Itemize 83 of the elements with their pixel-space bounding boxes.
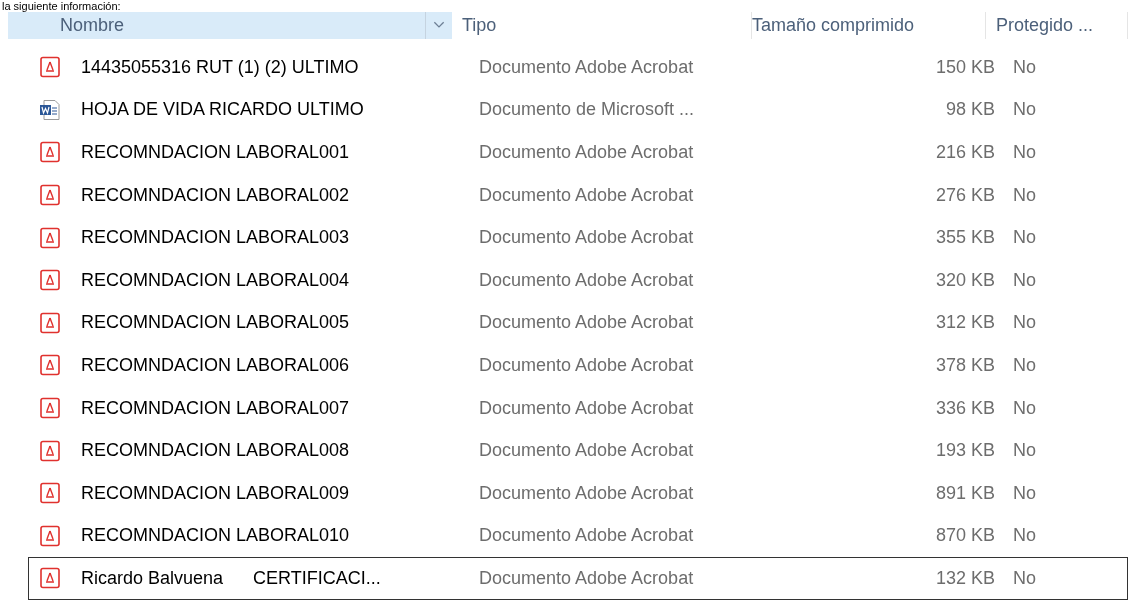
protected-value: No bbox=[1012, 227, 1037, 249]
word-file-icon bbox=[39, 98, 61, 121]
file-name: RECOMNDACION LABORAL003 bbox=[80, 227, 350, 249]
file-size: 312 KB bbox=[934, 312, 996, 334]
pdf-file-icon bbox=[39, 482, 61, 505]
protected-value: No bbox=[1012, 440, 1037, 462]
pdf-file-icon bbox=[39, 269, 61, 292]
file-row[interactable]: RECOMNDACION LABORAL002 Documento Adobe Acrobat 276 KB No bbox=[28, 173, 1128, 217]
column-header[interactable]: Tipo bbox=[452, 12, 752, 39]
file-type: Documento Adobe Acrobat bbox=[478, 312, 695, 334]
pdf-file-icon bbox=[39, 141, 61, 164]
file-type: Documento Adobe Acrobat bbox=[478, 269, 695, 291]
file-type: Documento Adobe Acrobat bbox=[478, 354, 695, 376]
file-name: RECOMNDACION LABORAL010 bbox=[80, 525, 350, 547]
pdf-file-icon bbox=[39, 56, 61, 79]
file-type: Documento Adobe Acrobat bbox=[478, 184, 695, 206]
file-name: RECOMNDACION LABORAL007 bbox=[80, 397, 350, 419]
file-row[interactable]: HOJA DE VIDA RICARDO ULTIMO Documento de Microsoft ... 98 KB No bbox=[28, 88, 1128, 132]
file-row[interactable]: RECOMNDACION LABORAL009 Documento Adobe Acrobat 891 KB No bbox=[28, 471, 1128, 515]
column-header[interactable]: Protegido ... bbox=[986, 12, 1128, 39]
file-size: 355 KB bbox=[934, 227, 996, 249]
protected-value: No bbox=[1012, 482, 1037, 504]
intro-text: la siguiente información: bbox=[1, 0, 122, 12]
column-header[interactable]: Nombre bbox=[8, 12, 452, 39]
file-size: 132 KB bbox=[934, 567, 996, 589]
file-size: 150 KB bbox=[934, 56, 996, 78]
protected-value: No bbox=[1012, 99, 1037, 121]
pdf-file-icon bbox=[39, 354, 61, 377]
pdf-file-icon bbox=[39, 524, 61, 547]
file-name: 14435055316 RUT (1) (2) ULTIMO bbox=[80, 56, 359, 78]
file-size: 276 KB bbox=[934, 184, 996, 206]
pdf-file-icon bbox=[39, 184, 61, 207]
pdf-file-icon bbox=[39, 226, 61, 249]
file-size: 320 KB bbox=[934, 269, 996, 291]
pdf-file-icon bbox=[39, 567, 61, 590]
protected-value: No bbox=[1012, 269, 1037, 291]
file-row[interactable]: RECOMNDACION LABORAL001 Documento Adobe Acrobat 216 KB No bbox=[28, 131, 1128, 174]
file-type: Documento Adobe Acrobat bbox=[478, 56, 695, 78]
file-name: HOJA DE VIDA RICARDO ULTIMO bbox=[80, 99, 364, 121]
protected-value: No bbox=[1012, 567, 1037, 589]
file-row[interactable]: RECOMNDACION LABORAL007 Documento Adobe Acrobat 336 KB No bbox=[28, 386, 1128, 430]
protected-value: No bbox=[1012, 397, 1037, 419]
file-type: Documento Adobe Acrobat bbox=[478, 142, 695, 163]
file-name: RECOMNDACION LABORAL001 bbox=[80, 142, 350, 163]
file-row[interactable]: RECOMNDACION LABORAL010 Documento Adobe Acrobat 870 KB No bbox=[28, 514, 1128, 558]
file-row[interactable]: Ricardo Balvuena CERTIFICACI... Documento Adobe Acrobat 132 KB No bbox=[28, 557, 1128, 600]
pdf-file-icon bbox=[39, 439, 61, 462]
file-row[interactable]: RECOMNDACION LABORAL008 Documento Adobe Acrobat 193 KB No bbox=[28, 429, 1128, 472]
file-size: 870 KB bbox=[934, 525, 996, 547]
protected-value: No bbox=[1012, 525, 1037, 547]
file-row[interactable]: RECOMNDACION LABORAL006 Documento Adobe Acrobat 378 KB No bbox=[28, 344, 1128, 387]
file-name: RECOMNDACION LABORAL008 bbox=[80, 440, 350, 462]
file-name: RECOMNDACION LABORAL004 bbox=[80, 269, 350, 291]
file-type: Documento Adobe Acrobat bbox=[478, 397, 695, 419]
protected-value: No bbox=[1012, 354, 1037, 376]
file-type: Documento de Microsoft ... bbox=[478, 99, 696, 121]
file-row[interactable]: RECOMNDACION LABORAL005 Documento Adobe Acrobat 312 KB No bbox=[28, 301, 1128, 345]
file-row[interactable]: RECOMNDACION LABORAL004 Documento Adobe Acrobat 320 KB No bbox=[28, 258, 1128, 302]
file-size: 193 KB bbox=[934, 440, 996, 462]
protected-value: No bbox=[1012, 142, 1037, 163]
file-size: 98 KB bbox=[944, 99, 996, 121]
file-row[interactable]: 14435055316 RUT (1) (2) ULTIMO Documento Adobe Acrobat 150 KB No bbox=[28, 46, 1128, 89]
file-size: 216 KB bbox=[934, 142, 996, 163]
file-type: Documento Adobe Acrobat bbox=[478, 440, 695, 462]
column-header[interactable]: Tamaño comprimido bbox=[752, 12, 986, 39]
file-name: RECOMNDACION LABORAL009 bbox=[80, 482, 350, 504]
file-size: 336 KB bbox=[934, 397, 996, 419]
file-type: Documento Adobe Acrobat bbox=[478, 525, 695, 547]
protected-value: No bbox=[1012, 184, 1037, 206]
file-row[interactable]: RECOMNDACION LABORAL003 Documento Adobe Acrobat 355 KB No bbox=[28, 216, 1128, 259]
file-size: 891 KB bbox=[934, 482, 996, 504]
file-name: RECOMNDACION LABORAL006 bbox=[80, 354, 350, 376]
file-type: Documento Adobe Acrobat bbox=[478, 567, 695, 589]
pdf-file-icon bbox=[39, 311, 61, 334]
protected-value: No bbox=[1012, 312, 1037, 334]
file-type: Documento Adobe Acrobat bbox=[478, 227, 695, 249]
file-size: 378 KB bbox=[934, 354, 996, 376]
file-name: RECOMNDACION LABORAL005 bbox=[80, 312, 350, 334]
file-type: Documento Adobe Acrobat bbox=[478, 482, 695, 504]
protected-value: No bbox=[1012, 56, 1037, 78]
file-name: RECOMNDACION LABORAL002 bbox=[80, 184, 350, 206]
pdf-file-icon bbox=[39, 397, 61, 420]
file-name: Ricardo Balvuena CERTIFICACI... bbox=[80, 567, 381, 589]
